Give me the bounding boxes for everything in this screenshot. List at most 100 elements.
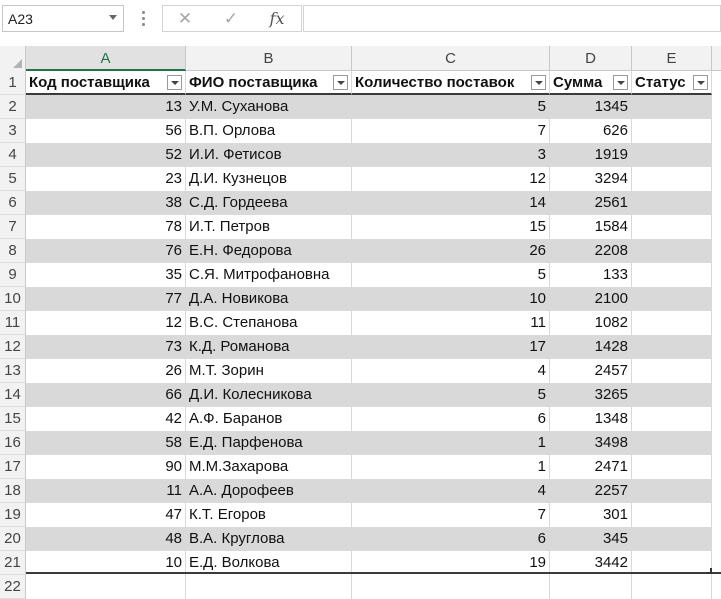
table-cell[interactable]: А.А. Дорофеев — [186, 479, 352, 503]
table-cell[interactable]: 14 — [352, 191, 550, 215]
column-header-d[interactable]: D — [550, 46, 632, 71]
table-cell[interactable]: 47 — [26, 503, 186, 527]
table-cell[interactable]: И.И. Фетисов — [186, 143, 352, 167]
formula-input[interactable] — [303, 5, 721, 32]
empty-cell[interactable] — [26, 575, 186, 599]
table-cell[interactable]: 3 — [352, 143, 550, 167]
column-header-c[interactable]: C — [352, 46, 550, 71]
table-cell[interactable] — [632, 455, 712, 479]
table-cell[interactable] — [632, 239, 712, 263]
table-cell[interactable]: 56 — [26, 119, 186, 143]
table-cell[interactable]: В.П. Орлова — [186, 119, 352, 143]
table-cell[interactable]: 626 — [550, 119, 632, 143]
table-cell[interactable] — [632, 215, 712, 239]
row-header[interactable]: 18 — [0, 479, 26, 503]
column-header-a[interactable]: A — [26, 46, 186, 71]
column-title[interactable]: Количество поставок — [352, 71, 550, 95]
table-resize-handle[interactable] — [706, 568, 712, 574]
table-cell[interactable] — [632, 167, 712, 191]
enter-icon[interactable]: ✓ — [217, 9, 245, 29]
row-header[interactable]: 2 — [0, 95, 26, 119]
table-cell[interactable]: 7 — [352, 119, 550, 143]
column-header-b[interactable]: B — [186, 46, 352, 71]
table-cell[interactable] — [632, 527, 712, 551]
table-cell[interactable] — [632, 263, 712, 287]
table-cell[interactable]: 1348 — [550, 407, 632, 431]
row-header[interactable]: 5 — [0, 167, 26, 191]
table-cell[interactable]: 2208 — [550, 239, 632, 263]
table-cell[interactable]: М.Т. Зорин — [186, 359, 352, 383]
empty-cell[interactable] — [550, 575, 632, 599]
row-header[interactable]: 20 — [0, 527, 26, 551]
table-cell[interactable] — [632, 335, 712, 359]
table-cell[interactable]: А.Ф. Баранов — [186, 407, 352, 431]
row-header[interactable]: 19 — [0, 503, 26, 527]
table-cell[interactable]: 345 — [550, 527, 632, 551]
table-cell[interactable]: 1 — [352, 431, 550, 455]
table-cell[interactable]: Е.Д. Парфенова — [186, 431, 352, 455]
table-cell[interactable]: 4 — [352, 479, 550, 503]
filter-dropdown-icon[interactable] — [167, 75, 182, 90]
row-header[interactable]: 15 — [0, 407, 26, 431]
table-cell[interactable]: 5 — [352, 95, 550, 119]
table-cell[interactable]: 38 — [26, 191, 186, 215]
row-header[interactable]: 1 — [0, 71, 26, 95]
column-title[interactable]: Код поставщика — [26, 71, 186, 95]
table-cell[interactable]: 48 — [26, 527, 186, 551]
table-cell[interactable]: 23 — [26, 167, 186, 191]
table-cell[interactable]: 301 — [550, 503, 632, 527]
table-cell[interactable]: 1428 — [550, 335, 632, 359]
table-cell[interactable] — [632, 479, 712, 503]
table-cell[interactable]: С.Д. Гордеева — [186, 191, 352, 215]
table-cell[interactable]: 13 — [26, 95, 186, 119]
table-cell[interactable]: 3294 — [550, 167, 632, 191]
column-title[interactable]: Сумма — [550, 71, 632, 95]
column-title[interactable]: ФИО поставщика — [186, 71, 352, 95]
table-cell[interactable]: 6 — [352, 527, 550, 551]
table-cell[interactable]: 12 — [352, 167, 550, 191]
table-cell[interactable]: Д.И. Кузнецов — [186, 167, 352, 191]
table-cell[interactable]: 1 — [352, 455, 550, 479]
empty-cell[interactable] — [632, 575, 712, 599]
row-header[interactable]: 11 — [0, 311, 26, 335]
table-cell[interactable]: 35 — [26, 263, 186, 287]
table-cell[interactable]: 90 — [26, 455, 186, 479]
insert-function-icon[interactable]: fx — [263, 9, 291, 29]
filter-dropdown-icon[interactable] — [531, 75, 546, 90]
table-cell[interactable] — [632, 503, 712, 527]
row-header[interactable]: 10 — [0, 287, 26, 311]
table-cell[interactable] — [632, 311, 712, 335]
table-cell[interactable]: 26 — [26, 359, 186, 383]
table-cell[interactable]: 11 — [26, 479, 186, 503]
table-cell[interactable]: 1584 — [550, 215, 632, 239]
row-header[interactable]: 22 — [0, 575, 26, 599]
table-cell[interactable]: 58 — [26, 431, 186, 455]
table-cell[interactable] — [632, 287, 712, 311]
table-cell[interactable] — [632, 383, 712, 407]
table-cell[interactable]: 12 — [26, 311, 186, 335]
table-cell[interactable]: 15 — [352, 215, 550, 239]
table-cell[interactable]: Д.А. Новикова — [186, 287, 352, 311]
table-cell[interactable] — [632, 143, 712, 167]
table-cell[interactable]: У.М. Суханова — [186, 95, 352, 119]
filter-dropdown-icon[interactable] — [613, 75, 628, 90]
table-cell[interactable]: 2100 — [550, 287, 632, 311]
table-cell[interactable]: 5 — [352, 263, 550, 287]
table-cell[interactable]: 3498 — [550, 431, 632, 455]
table-cell[interactable]: 17 — [352, 335, 550, 359]
table-cell[interactable]: Е.Н. Федорова — [186, 239, 352, 263]
cancel-icon[interactable]: ✕ — [171, 9, 199, 29]
row-header[interactable]: 9 — [0, 263, 26, 287]
row-header[interactable]: 8 — [0, 239, 26, 263]
table-cell[interactable]: 4 — [352, 359, 550, 383]
table-cell[interactable]: 73 — [26, 335, 186, 359]
table-cell[interactable]: 2471 — [550, 455, 632, 479]
table-cell[interactable]: 2257 — [550, 479, 632, 503]
select-all-button[interactable] — [0, 46, 26, 71]
table-cell[interactable]: С.Я. Митрофановна — [186, 263, 352, 287]
filter-dropdown-icon[interactable] — [333, 75, 348, 90]
table-cell[interactable] — [632, 119, 712, 143]
table-cell[interactable]: 133 — [550, 263, 632, 287]
table-cell[interactable]: 2561 — [550, 191, 632, 215]
table-cell[interactable]: 66 — [26, 383, 186, 407]
